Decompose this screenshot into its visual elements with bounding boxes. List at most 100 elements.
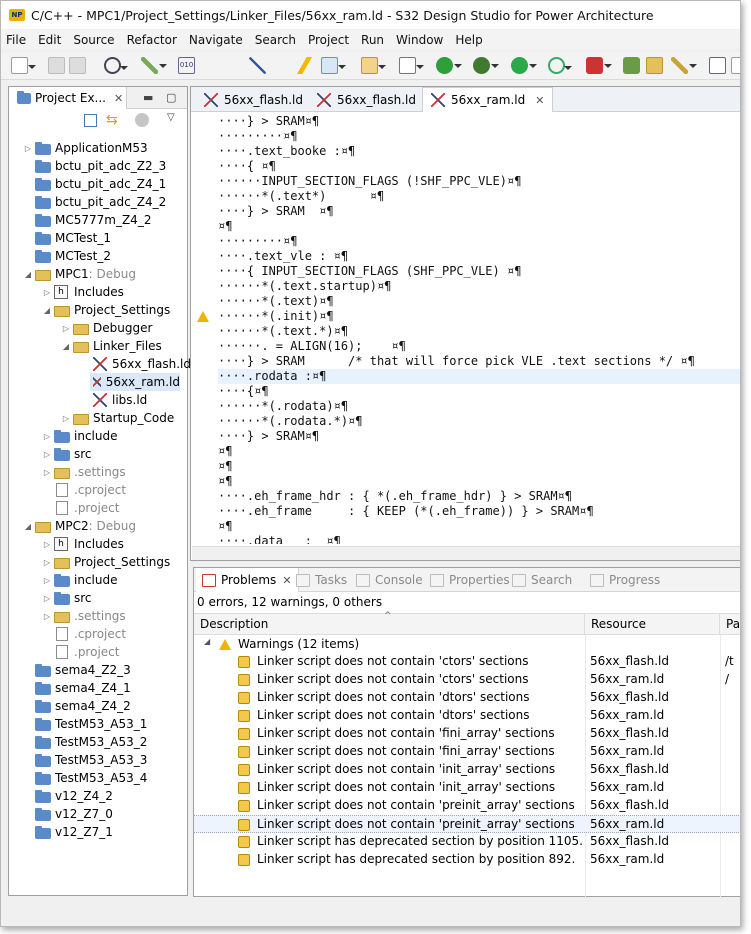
link-with-editor-icon[interactable]: ⇆ xyxy=(106,112,118,128)
collapsed-icon[interactable]: ▷ xyxy=(61,414,71,423)
tree-item[interactable]: MC5777m_Z4_2 xyxy=(9,211,151,229)
search-icon[interactable] xyxy=(671,57,697,74)
filter-icon[interactable] xyxy=(135,113,149,127)
outline-icon[interactable] xyxy=(709,57,726,74)
refresh-icon[interactable] xyxy=(436,57,462,74)
tree-item[interactable]: ▷ Project_Settings xyxy=(9,553,170,571)
menu-source[interactable]: Source xyxy=(73,33,114,47)
column-path[interactable]: Pa xyxy=(720,614,740,635)
editor-horizontal-scrollbar[interactable] xyxy=(192,546,740,560)
problem-row[interactable]: Linker script does not contain 'ctors' s… xyxy=(194,671,740,689)
target-icon[interactable] xyxy=(586,57,612,74)
external-tools-icon[interactable] xyxy=(548,57,572,74)
tree-item[interactable]: v12_Z7_0 xyxy=(9,805,113,823)
tree-item[interactable]: ▷ include xyxy=(9,427,118,445)
new-icon[interactable] xyxy=(11,57,36,74)
problem-row[interactable]: Linker script does not contain 'init_arr… xyxy=(194,779,740,797)
tree-item[interactable]: ▷ src xyxy=(9,445,92,463)
expanded-icon[interactable]: ◢ xyxy=(23,270,33,279)
tree-item[interactable]: ▷ ApplicationM53 xyxy=(9,139,148,157)
close-icon[interactable]: ✕ xyxy=(535,94,544,107)
build-hammer-icon[interactable] xyxy=(141,57,167,74)
tree-item[interactable]: sema4_Z4_1 xyxy=(9,679,131,697)
menu-window[interactable]: Window xyxy=(396,33,443,47)
editor-tab[interactable]: 56xx_flash.ld xyxy=(196,87,311,112)
tab-progress[interactable]: Progress xyxy=(590,568,660,592)
problem-row[interactable]: Linker script does not contain 'init_arr… xyxy=(194,761,740,779)
tree-item[interactable]: TestM53_A53_4 xyxy=(9,769,147,787)
tree-item[interactable]: v12_Z4_2 xyxy=(9,787,113,805)
expanded-icon[interactable]: ◢ xyxy=(42,306,52,315)
code-editor[interactable]: ····} > SRAM¤¶ ·········¤¶ ····.text_booke… xyxy=(218,114,740,544)
settings-icon[interactable] xyxy=(104,57,128,74)
tree-item[interactable]: ▷ Debugger xyxy=(9,319,152,337)
tree-item[interactable]: .cproject xyxy=(9,625,126,643)
column-resource[interactable]: Resource xyxy=(585,614,720,635)
new-folder-icon[interactable] xyxy=(361,57,386,74)
problem-row[interactable]: Linker script does not contain 'ctors' s… xyxy=(194,653,740,671)
menu-navigate[interactable]: Navigate xyxy=(189,33,243,47)
maximize-icon[interactable]: ▢ xyxy=(166,91,176,104)
tree-item[interactable]: ◢ MPC2: Debug xyxy=(9,517,136,535)
close-icon[interactable]: ✕ xyxy=(114,92,123,105)
expanded-icon[interactable]: ◢ xyxy=(23,522,33,531)
tree-item[interactable]: ▷ src xyxy=(9,589,92,607)
tree-item[interactable]: libs.ld xyxy=(9,391,147,409)
tree-item[interactable]: .project xyxy=(9,643,119,661)
collapsed-icon[interactable]: ▷ xyxy=(42,540,52,549)
tree-item[interactable]: ▷ h Includes xyxy=(9,535,124,553)
collapsed-icon[interactable]: ▷ xyxy=(42,558,52,567)
problem-row[interactable]: Linker script does not contain 'preinit_… xyxy=(194,815,740,833)
tab-project-explorer[interactable]: Project Ex... ✕ xyxy=(9,87,127,109)
new-project-icon[interactable] xyxy=(321,57,346,74)
flash-icon[interactable] xyxy=(296,57,313,74)
tree-item[interactable]: bctu_pit_adc_Z2_3 xyxy=(9,157,166,175)
tree-item[interactable]: v12_Z7_1 xyxy=(9,823,113,841)
tree-item[interactable]: 56xx_ram.ld xyxy=(90,373,180,391)
tree-item[interactable]: sema4_Z2_3 xyxy=(9,661,131,679)
binary-icon[interactable]: 010 xyxy=(178,57,195,74)
editor-tab[interactable]: 56xx_flash.ld xyxy=(309,87,424,112)
tree-item[interactable]: MCTest_2 xyxy=(9,247,111,265)
collapsed-icon[interactable]: ▷ xyxy=(42,432,52,441)
menu-edit[interactable]: Edit xyxy=(38,33,61,47)
tree-item[interactable]: bctu_pit_adc_Z4_1 xyxy=(9,175,166,193)
expanded-icon[interactable]: ◢ xyxy=(61,342,71,351)
menu-file[interactable]: File xyxy=(6,33,26,47)
collapsed-icon[interactable]: ▷ xyxy=(42,576,52,585)
problem-row[interactable]: Linker script has deprecated section by … xyxy=(194,851,740,869)
tree-item[interactable]: .cproject xyxy=(9,481,126,499)
tab-properties[interactable]: Properties xyxy=(430,568,510,592)
open-type-icon[interactable] xyxy=(623,57,640,74)
collapsed-icon[interactable]: ▷ xyxy=(42,288,52,297)
view-menu-icon[interactable]: ▽ xyxy=(167,112,175,123)
tree-item[interactable]: bctu_pit_adc_Z4_2 xyxy=(9,193,166,211)
collapse-all-icon[interactable] xyxy=(84,114,97,127)
collapsed-icon[interactable]: ▷ xyxy=(61,324,71,333)
tab-tasks[interactable]: Tasks xyxy=(296,568,347,592)
menu-refactor[interactable]: Refactor xyxy=(127,33,177,47)
problem-row[interactable]: Linker script has deprecated section by … xyxy=(194,833,740,851)
menu-run[interactable]: Run xyxy=(361,33,384,47)
problem-row[interactable]: Linker script does not contain 'fini_arr… xyxy=(194,743,740,761)
problem-row[interactable]: Linker script does not contain 'fini_arr… xyxy=(194,725,740,743)
expand-icon[interactable]: ◢ xyxy=(204,637,210,646)
editor-tab[interactable]: 56xx_ram.ld ✕ xyxy=(422,87,554,112)
new-source-icon[interactable] xyxy=(399,57,424,74)
run-icon[interactable] xyxy=(511,57,537,74)
more-icon[interactable] xyxy=(731,57,740,74)
warning-marker-icon[interactable] xyxy=(197,311,209,322)
collapsed-icon[interactable]: ▷ xyxy=(42,468,52,477)
collapsed-icon[interactable]: ▷ xyxy=(42,450,52,459)
tree-item[interactable]: ◢ MPC1: Debug xyxy=(9,265,136,283)
tree-item[interactable]: MCTest_1 xyxy=(9,229,111,247)
open-folder-icon[interactable] xyxy=(646,57,663,74)
menu-search[interactable]: Search xyxy=(255,33,296,47)
tab-search[interactable]: Search xyxy=(512,568,572,592)
problem-row[interactable]: Linker script does not contain 'dtors' s… xyxy=(194,689,740,707)
debug-bug-icon[interactable] xyxy=(473,57,499,74)
menu-help[interactable]: Help xyxy=(455,33,482,47)
tree-item[interactable]: ▷ include xyxy=(9,571,118,589)
close-icon[interactable]: ✕ xyxy=(282,574,291,587)
tree-item[interactable]: TestM53_A53_3 xyxy=(9,751,147,769)
